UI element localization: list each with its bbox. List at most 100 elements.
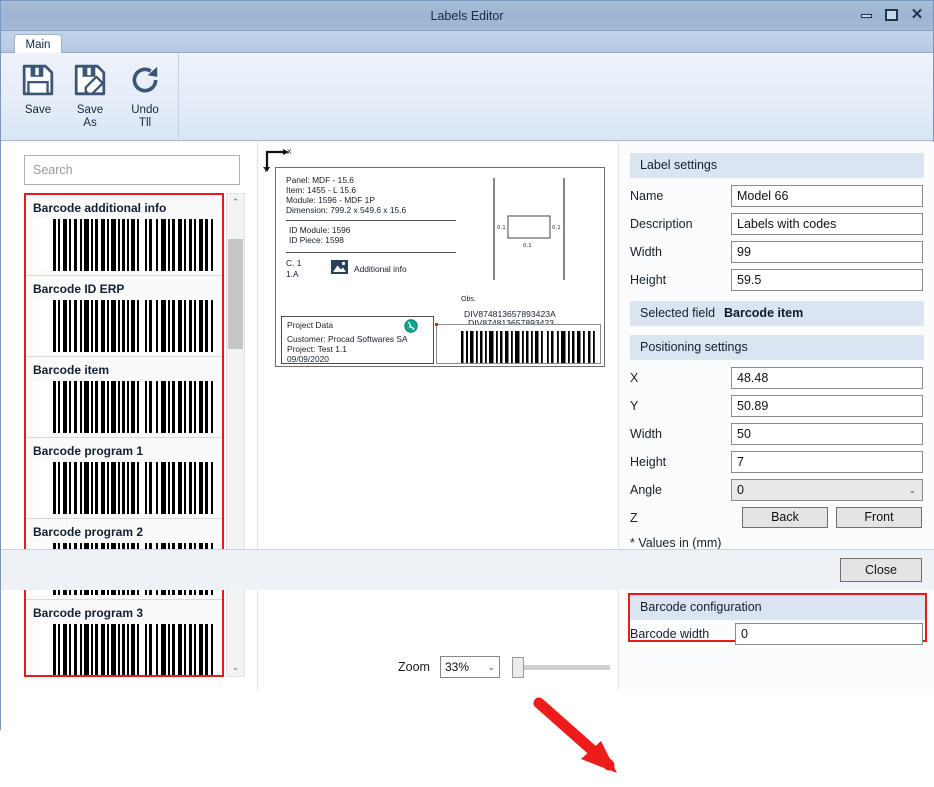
name-label: Name [630, 189, 664, 203]
label-line-dimension: Dimension: 799.2 x 549.6 x 15.6 [286, 205, 407, 215]
axis-x-label: X [287, 149, 292, 156]
selected-field-value: Barcode item [724, 306, 804, 320]
picture-placeholder-icon [331, 260, 348, 279]
undo-tll-button-label-2: Tll [138, 117, 152, 129]
scroll-up-icon[interactable]: ⌃ [227, 194, 244, 211]
label-canvas-panel[interactable]: X Y Panel: MDF - 15.6 Item: 1455 - L 15.… [257, 142, 617, 690]
label-height-label: Height [630, 273, 667, 287]
annotation-arrow-icon [533, 697, 617, 773]
name-field[interactable]: Model 66 [731, 185, 923, 207]
list-item[interactable]: Barcode program 1 [26, 438, 222, 519]
label-settings-header: Label settings [630, 153, 924, 178]
label-line-module: Module: 1596 - MDF 1P [286, 195, 375, 205]
scrollbar-thumb[interactable] [228, 239, 243, 349]
label-preview[interactable]: Panel: MDF - 15.6 Item: 1455 - L 15.6 Mo… [275, 167, 605, 367]
angle-label: Angle [630, 483, 662, 497]
technical-drawing: 0.1 0.1 0.1 [490, 176, 568, 282]
list-item-label: Barcode ID ERP [33, 282, 125, 296]
list-item-label: Barcode program 2 [33, 525, 144, 539]
save-button-label-1: Save [24, 104, 52, 116]
save-button[interactable]: Save [12, 59, 64, 135]
svg-text:0.1: 0.1 [552, 225, 561, 231]
barcode-image [33, 300, 216, 352]
label-barcode-field[interactable] [436, 324, 601, 364]
list-item[interactable]: Barcode item [26, 357, 222, 438]
pos-x-label: X [630, 371, 639, 385]
label-line-item: Item: 1455 - L 15.6 [286, 185, 356, 195]
label-corner-1: C. 1 [286, 258, 302, 268]
label-height-field[interactable]: 59.5 [731, 269, 923, 291]
barcode-width-field[interactable]: 0 [735, 623, 923, 645]
svg-text:0.1: 0.1 [523, 243, 532, 249]
list-item-label: Barcode additional info [33, 201, 167, 215]
chevron-down-icon: ⌄ [487, 662, 495, 672]
ribbon-group-file: Save Save As Undo Tll [1, 53, 179, 140]
search-input[interactable]: Search [24, 155, 240, 185]
z-back-button[interactable]: Back [742, 507, 828, 528]
barcode-field-list[interactable]: Barcode additional info Barcode ID ERP B… [24, 193, 224, 677]
barcode-field-list-area: Barcode additional info Barcode ID ERP B… [24, 193, 253, 677]
list-item-label: Barcode item [33, 363, 110, 377]
chevron-down-icon: ⌄ [908, 485, 916, 495]
zoom-slider-track[interactable] [520, 665, 610, 670]
angle-select-value: 0 [737, 483, 744, 497]
title-bar: Labels Editor ✕ [1, 1, 933, 31]
label-width-label: Width [630, 245, 662, 259]
floppy-disk-pencil-icon [64, 59, 116, 101]
pos-width-field[interactable]: 50 [731, 423, 923, 445]
project-data-date: 09/09/2020 [287, 354, 329, 364]
pos-y-field[interactable]: 50.89 [731, 395, 923, 417]
list-item[interactable]: Barcode additional info [26, 195, 222, 276]
zoom-select[interactable]: 33% ⌄ [440, 656, 500, 678]
z-label: Z [630, 511, 638, 525]
z-front-button[interactable]: Front [836, 507, 922, 528]
barcode-configuration-header: Barcode configuration [630, 595, 925, 620]
axis-y-label: Y [263, 167, 268, 174]
list-item[interactable]: Barcode program 3 [26, 600, 222, 675]
settings-panel: Label settings Name Model 66 Description… [618, 142, 934, 690]
barcode-image [33, 219, 216, 271]
save-as-button-label-1: Save [76, 104, 104, 116]
maximize-icon[interactable] [884, 7, 900, 23]
label-width-field[interactable]: 99 [731, 241, 923, 263]
close-button[interactable]: Close [840, 558, 922, 582]
label-divider-1 [286, 220, 456, 221]
list-scrollbar[interactable]: ⌃ ⌄ [226, 193, 245, 677]
save-as-button[interactable]: Save As [64, 59, 116, 135]
project-data-title: Project Data [287, 320, 334, 330]
zoom-select-value: 33% [445, 660, 470, 674]
save-as-button-label-2: As [83, 117, 97, 129]
description-field[interactable]: Labels with codes [731, 213, 923, 235]
main-content: Search Barcode additional info Barcode I… [1, 142, 934, 773]
list-item-label: Barcode program 3 [33, 606, 144, 620]
pos-width-label: Width [630, 427, 662, 441]
label-id-piece: ID Piece: 1598 [289, 235, 344, 245]
selection-handle[interactable] [435, 323, 438, 326]
units-note: * Values in (mm) [630, 536, 722, 550]
zoom-toolbar: Zoom 33% ⌄ [258, 647, 618, 689]
ribbon-tab-strip: Main [1, 31, 933, 56]
pos-y-label: Y [630, 399, 639, 413]
label-corner-2: 1.A [286, 269, 299, 279]
zoom-label: Zoom [398, 660, 430, 674]
barcode-image [33, 462, 216, 514]
list-item[interactable]: Barcode ID ERP [26, 276, 222, 357]
angle-select[interactable]: 0 ⌄ [731, 479, 923, 501]
label-line-panel: Panel: MDF - 15.6 [286, 175, 354, 185]
label-divider-2 [286, 252, 456, 253]
pos-height-field[interactable]: 7 [731, 451, 923, 473]
project-data-customer: Customer: Procad Softwares SA [287, 334, 408, 344]
close-icon[interactable]: ✕ [909, 7, 925, 23]
project-data-box: Project Data Customer: Procad Softwares … [281, 316, 434, 364]
pos-height-label: Height [630, 455, 667, 469]
minimize-icon[interactable] [859, 7, 875, 23]
label-obs: Obs. [461, 296, 476, 303]
dialog-footer: Close [1, 549, 934, 590]
floppy-disk-icon [12, 59, 64, 101]
labels-editor-window: Labels Editor ✕ Main Save Save As Undo T… [0, 0, 934, 773]
project-data-project: Project: Test 1.1 [287, 344, 347, 354]
undo-tll-button[interactable]: Undo Tll [119, 59, 171, 135]
pos-x-field[interactable]: 48.48 [731, 367, 923, 389]
zoom-slider-thumb[interactable] [512, 657, 524, 678]
scroll-down-icon[interactable]: ⌄ [227, 659, 244, 676]
